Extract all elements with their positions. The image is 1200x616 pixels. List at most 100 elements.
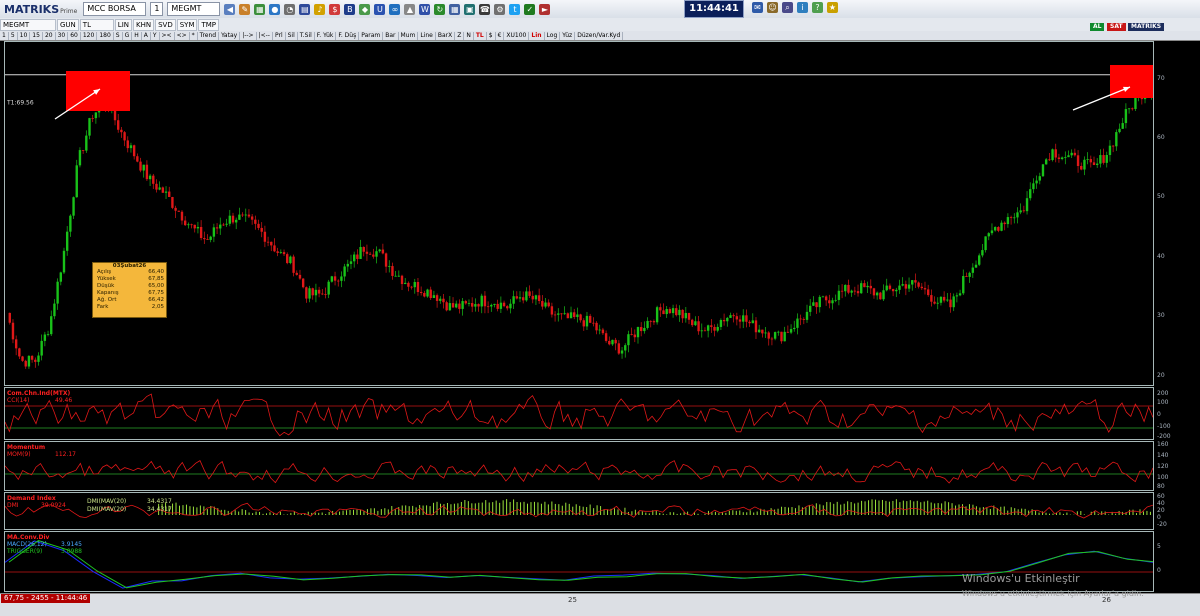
candle-body [190, 224, 192, 225]
grid-icon[interactable]: ▦ [449, 4, 460, 15]
axis-tick: 160 [1157, 441, 1168, 448]
period-option[interactable]: A [142, 32, 151, 40]
symbol-field[interactable]: MEGMT [0, 19, 56, 31]
play-icon[interactable]: ► [539, 4, 550, 15]
period-option[interactable]: |<-- [257, 32, 273, 40]
back-icon[interactable]: ◀ [224, 4, 235, 15]
period-option[interactable]: |--> [240, 32, 256, 40]
candle-body [1048, 159, 1050, 160]
analysis-icon[interactable]: ◆ [359, 4, 370, 15]
u-icon[interactable]: U [374, 4, 385, 15]
tab-khn[interactable]: KHN [133, 19, 154, 31]
sat-flag[interactable]: SAT [1107, 23, 1126, 31]
period-option[interactable]: 60 [68, 32, 81, 40]
dmi-bar [520, 502, 521, 515]
al-flag[interactable]: AL [1090, 23, 1104, 31]
tab-sym[interactable]: SYM [177, 19, 198, 31]
period-option[interactable]: Bar [383, 32, 398, 40]
cci-panel[interactable]: Com.Chn.Ind(MTX) CCI(14) 49.46 [4, 387, 1154, 440]
chart2-icon[interactable]: ▲ [404, 4, 415, 15]
user-icon[interactable]: ☺ [767, 2, 778, 13]
period-option[interactable]: 30 [56, 32, 69, 40]
period-option[interactable]: Lin [529, 32, 544, 40]
price-chart[interactable]: T1:69.56 [5, 42, 1153, 385]
candle-body [168, 192, 170, 197]
period-option[interactable]: Y [151, 32, 160, 40]
chart-icon[interactable]: ▦ [254, 4, 265, 15]
window-number-select[interactable]: 1 [150, 2, 163, 16]
period-option[interactable]: T.Sil [298, 32, 315, 40]
period-option[interactable]: Log [545, 32, 561, 40]
screen-icon[interactable]: ▣ [464, 4, 475, 15]
candle-body [347, 264, 349, 267]
period-option[interactable]: Prl [273, 32, 286, 40]
candle-body [930, 295, 932, 302]
period-option[interactable]: 20 [43, 32, 56, 40]
candle-body [213, 227, 215, 236]
link-icon[interactable]: ∞ [389, 4, 400, 15]
period-option[interactable]: H [132, 32, 142, 40]
phone-icon[interactable]: ☎ [479, 4, 490, 15]
symbol-input[interactable]: MEGMT [167, 2, 220, 16]
w-icon[interactable]: W [419, 4, 430, 15]
tab-lin[interactable]: LIN [115, 19, 132, 31]
period-option[interactable]: Mum [399, 32, 419, 40]
clock-icon[interactable]: ◔ [284, 4, 295, 15]
period-option[interactable]: G [123, 32, 133, 40]
period-option[interactable]: Yatay [219, 32, 240, 40]
check-icon[interactable]: ✓ [524, 4, 535, 15]
period-option[interactable]: * [190, 32, 198, 40]
period-option[interactable]: Düzen/Var.Kyd [575, 32, 623, 40]
news-icon[interactable]: ▤ [299, 4, 310, 15]
tab-tmp[interactable]: TMP [198, 19, 219, 31]
star-icon[interactable]: ★ [827, 2, 838, 13]
globe-icon[interactable]: ● [269, 4, 280, 15]
period-option[interactable]: 180 [97, 32, 113, 40]
money-icon[interactable]: $ [329, 4, 340, 15]
dmi-panel[interactable]: Demand Index DMI 39.0924 DMI(MAV(20) 34.… [4, 492, 1154, 530]
period-option[interactable]: BarX [436, 32, 455, 40]
tab-svd[interactable]: SVD [155, 19, 176, 31]
mail-icon[interactable]: ✉ [752, 2, 763, 13]
period-option[interactable]: Trend [198, 32, 219, 40]
reload-icon[interactable]: ↻ [434, 4, 445, 15]
period-option[interactable]: >< [160, 32, 175, 40]
period-option[interactable]: Param [359, 32, 383, 40]
period-option[interactable]: 5 [9, 32, 18, 40]
twitter-icon[interactable]: t [509, 4, 520, 15]
candle-body [484, 296, 486, 307]
bell-icon[interactable]: ♪ [314, 4, 325, 15]
period-option[interactable]: S [114, 32, 123, 40]
b-icon[interactable]: B [344, 4, 355, 15]
momentum-line: MOM(9) [7, 451, 31, 458]
search-icon[interactable]: ⌕ [782, 2, 793, 13]
momentum-panel[interactable]: Momentum MOM(9) 112.17 [4, 441, 1154, 491]
period-option[interactable]: Line [418, 32, 436, 40]
tab-gun[interactable]: GUN [57, 19, 79, 31]
period-option[interactable]: XU100 [504, 32, 529, 40]
help-icon[interactable]: ? [812, 2, 823, 13]
price-chart-panel[interactable]: T1:69.56 [4, 41, 1154, 386]
period-option[interactable]: Sil [286, 32, 298, 40]
period-option[interactable]: Yüz [560, 32, 575, 40]
candle-body [1102, 155, 1104, 163]
settings-icon[interactable]: ⚙ [494, 4, 505, 15]
period-option[interactable]: 10 [18, 32, 31, 40]
period-option[interactable]: <> [175, 32, 190, 40]
period-option[interactable]: Z [455, 32, 464, 40]
candle-body [835, 300, 837, 301]
period-option[interactable]: 120 [81, 32, 97, 40]
period-option[interactable]: F. Yük [315, 32, 337, 40]
period-option[interactable]: 15 [30, 32, 43, 40]
period-option[interactable]: 1 [0, 32, 9, 40]
tab-tl[interactable]: TL [80, 19, 114, 31]
market-select[interactable]: MCC BORSA [83, 2, 146, 16]
axis-tick: 0 [1157, 567, 1161, 574]
period-option[interactable]: € [496, 32, 505, 40]
info-icon[interactable]: i [797, 2, 808, 13]
period-option[interactable]: F. Düş [336, 32, 359, 40]
draw-icon[interactable]: ✎ [239, 4, 250, 15]
period-option[interactable]: $ [487, 32, 496, 40]
period-option[interactable]: TL [474, 32, 487, 40]
period-option[interactable]: N [464, 32, 474, 40]
